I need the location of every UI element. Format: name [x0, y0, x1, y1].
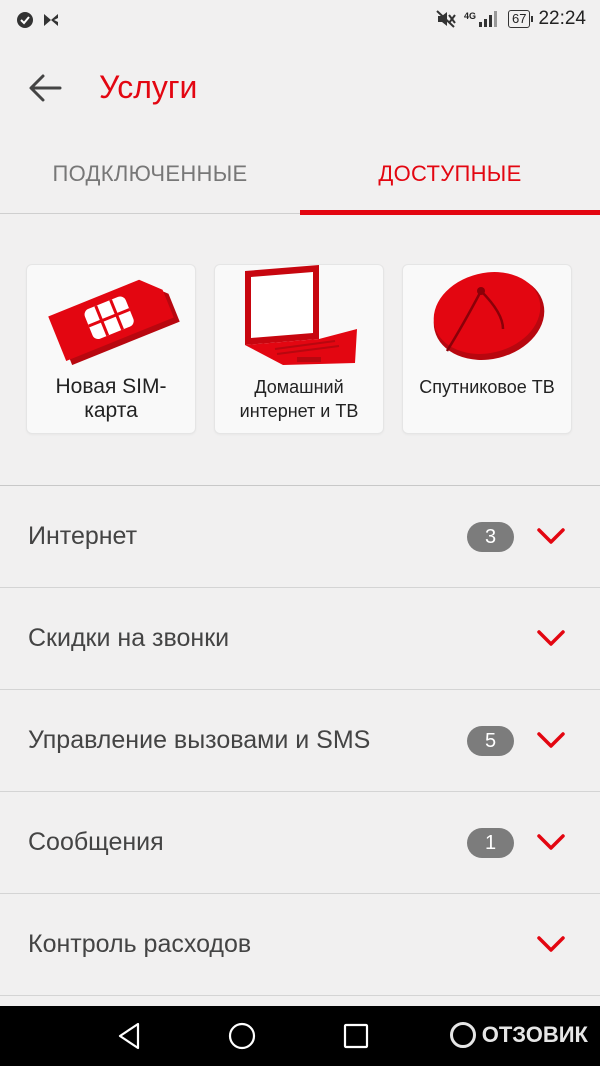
- card-label: Спутниковое ТВ: [419, 377, 555, 397]
- app-bar: Услуги: [0, 40, 600, 135]
- category-label: Скидки на звонки: [28, 624, 230, 652]
- card-label: Новая SIM-карта: [55, 375, 167, 422]
- status-bar: 4G 67 22:24: [0, 0, 600, 40]
- chevron-down-icon[interactable]: [536, 731, 566, 749]
- page-title: Услуги: [99, 69, 198, 105]
- chevron-down-icon[interactable]: [536, 629, 566, 647]
- category-expense-control[interactable]: Контроль расходов: [0, 894, 600, 996]
- notification-icons: [16, 11, 60, 29]
- system-nav-bar: ОТЗОВИК: [0, 1006, 600, 1066]
- tab-available[interactable]: ДОСТУПНЫЕ: [300, 135, 600, 213]
- tab-connected[interactable]: ПОДКЛЮЧЕННЫЕ: [0, 135, 300, 213]
- back-arrow-icon[interactable]: [26, 70, 64, 106]
- satellite-dish-icon: [433, 272, 545, 360]
- store-icon: [44, 14, 58, 26]
- category-label: Интернет: [28, 522, 138, 550]
- card-satellite-tv[interactable]: Спутниковое ТВ: [402, 264, 572, 434]
- watermark-text: ОТЗОВИК: [481, 1022, 588, 1047]
- check-circle-icon: [17, 12, 33, 28]
- category-label: Сообщения: [28, 828, 164, 856]
- laptop-icon: [245, 265, 357, 365]
- card-home-internet-tv[interactable]: Домашний интернет и ТВ: [214, 264, 384, 434]
- category-call-discounts[interactable]: Скидки на звонки: [0, 588, 600, 690]
- signal-icon: [478, 11, 497, 27]
- clock: 22:24: [538, 8, 586, 29]
- system-status: 4G 67 22:24: [436, 8, 586, 30]
- watermark-circle-icon: [449, 1022, 476, 1048]
- watermark-logo: ОТЗОВИК: [449, 1022, 588, 1048]
- category-messages[interactable]: Сообщения 1: [0, 792, 600, 894]
- chevron-down-icon[interactable]: [536, 833, 566, 851]
- battery-indicator: 67: [507, 10, 534, 28]
- category-label: Контроль расходов: [28, 930, 252, 958]
- category-label: Управление вызовами и SMS: [28, 726, 371, 754]
- category-call-management-sms[interactable]: Управление вызовами и SMS 5: [0, 690, 600, 792]
- mute-icon: [436, 10, 456, 28]
- category-list: Интернет 3 Скидки на звонки Управление в…: [0, 485, 600, 996]
- chevron-down-icon[interactable]: [536, 527, 566, 545]
- network-type: 4G: [463, 10, 476, 21]
- tab-bar: ПОДКЛЮЧЕННЫЕ ДОСТУПНЫЕ: [0, 135, 600, 215]
- nav-recents-icon[interactable]: [340, 1020, 372, 1052]
- nav-back-icon[interactable]: [114, 1020, 146, 1052]
- count-badge: 5: [467, 726, 514, 756]
- nav-home-icon[interactable]: [226, 1020, 258, 1052]
- count-badge: 3: [467, 522, 514, 552]
- card-new-sim[interactable]: Новая SIM-карта: [26, 264, 196, 434]
- card-label: Домашний интернет и ТВ: [239, 377, 359, 421]
- sim-card-icon: [48, 279, 180, 365]
- chevron-down-icon[interactable]: [536, 935, 566, 953]
- category-internet[interactable]: Интернет 3: [0, 486, 600, 588]
- count-badge: 1: [467, 828, 514, 858]
- service-cards: Новая SIM-карта Домашний интернет и ТВ С…: [0, 213, 600, 485]
